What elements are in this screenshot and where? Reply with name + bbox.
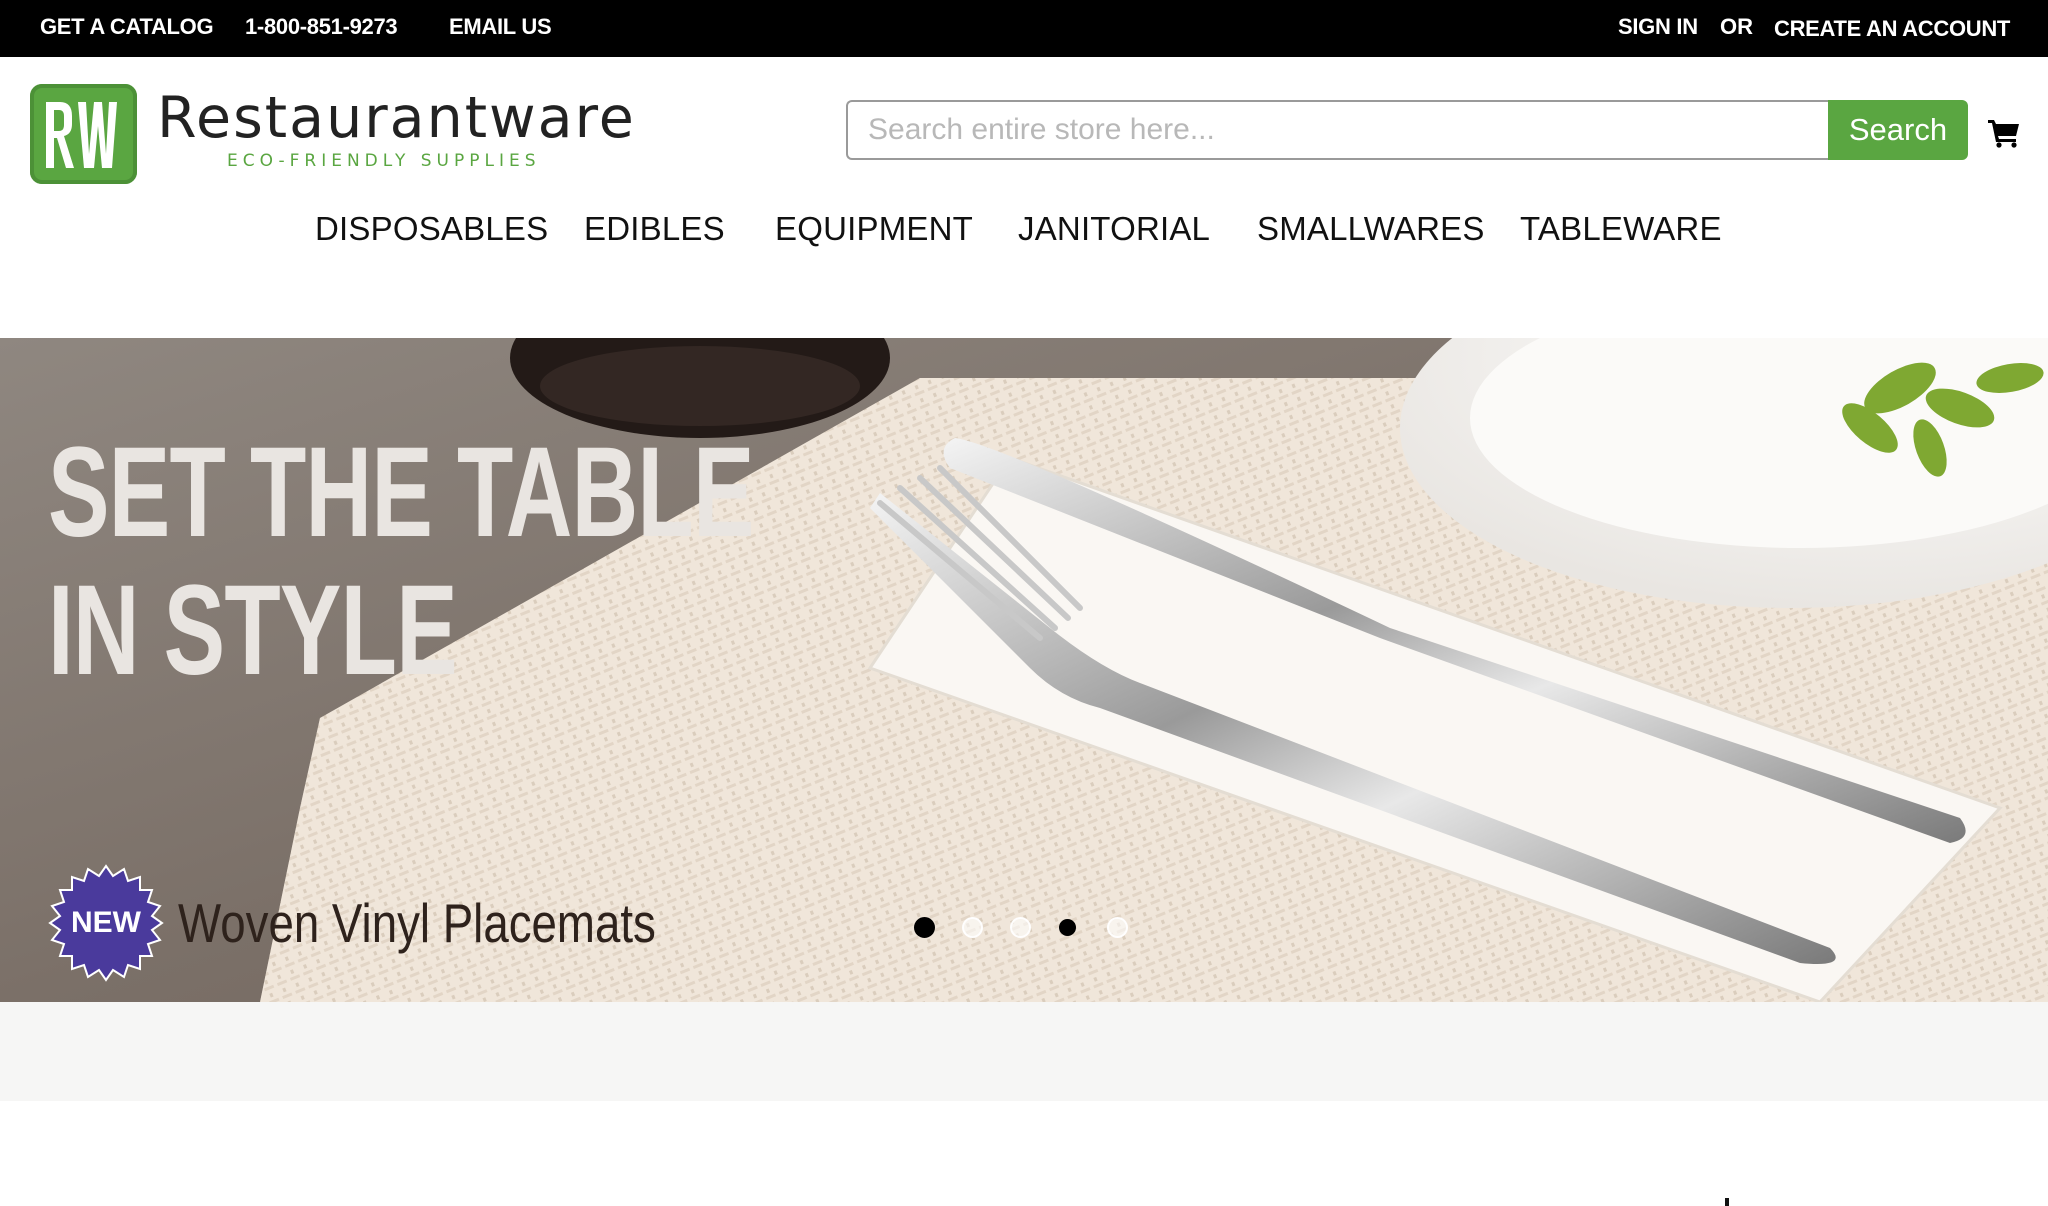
hero-heading: SET THE TABLE IN STYLE (48, 424, 754, 700)
carousel-dot-3[interactable] (1010, 917, 1031, 938)
nav-item-edibles[interactable]: EDIBLES (584, 210, 725, 248)
nav-item-smallwares[interactable]: SMALLWARES (1257, 210, 1485, 248)
nav-item-equipment[interactable]: EQUIPMENT (775, 210, 973, 248)
search-button[interactable]: Search (1828, 100, 1968, 160)
nav-item-disposables[interactable]: DISPOSABLES (315, 210, 548, 248)
shopping-cart-icon (1988, 120, 2019, 148)
phone-link[interactable]: 1-800-851-9273 (245, 0, 398, 57)
hero-heading-line1: SET THE TABLE (48, 421, 754, 564)
search-input[interactable] (846, 100, 1830, 160)
sign-in-link[interactable]: SIGN IN (1618, 0, 1698, 57)
main-nav: DISPOSABLES EDIBLES EQUIPMENT JANITORIAL… (0, 210, 2048, 260)
new-badge: NEW (47, 864, 165, 982)
hero-product-title: Woven Vinyl Placemats (178, 892, 656, 954)
nav-item-janitorial[interactable]: JANITORIAL (1018, 210, 1210, 248)
site-logo[interactable]: Restaurantware ECO-FRIENDLY SUPPLIES (30, 84, 634, 186)
new-badge-label: NEW (71, 906, 141, 939)
nav-item-tableware[interactable]: TABLEWARE (1520, 210, 1722, 248)
carousel-dot-5[interactable] (1107, 917, 1128, 938)
hero-banner[interactable]: SET THE TABLE IN STYLE NEW Woven Vinyl P… (0, 338, 2048, 1002)
email-us-link[interactable]: EMAIL US (449, 0, 552, 57)
carousel-dot-4[interactable] (1059, 919, 1076, 936)
carousel-dot-1[interactable] (914, 917, 935, 938)
carousel-dot-2[interactable] (962, 917, 983, 938)
rw-monogram-icon (46, 102, 117, 168)
cart-button[interactable] (1988, 118, 2020, 148)
page-fragment-mark (1725, 1198, 1729, 1206)
top-utility-bar: GET A CATALOG 1-800-851-9273 EMAIL US SI… (0, 0, 2048, 57)
content-strip (0, 1002, 2048, 1101)
create-account-link[interactable]: CREATE AN ACCOUNT (1774, 2, 2010, 59)
logo-mark (30, 84, 137, 184)
logo-tagline: ECO-FRIENDLY SUPPLIES (227, 151, 541, 171)
get-catalog-link[interactable]: GET A CATALOG (40, 0, 214, 57)
or-separator: OR (1720, 14, 1753, 39)
logo-wordmark: Restaurantware (157, 85, 636, 151)
hero-heading-line2: IN STYLE (48, 559, 458, 702)
